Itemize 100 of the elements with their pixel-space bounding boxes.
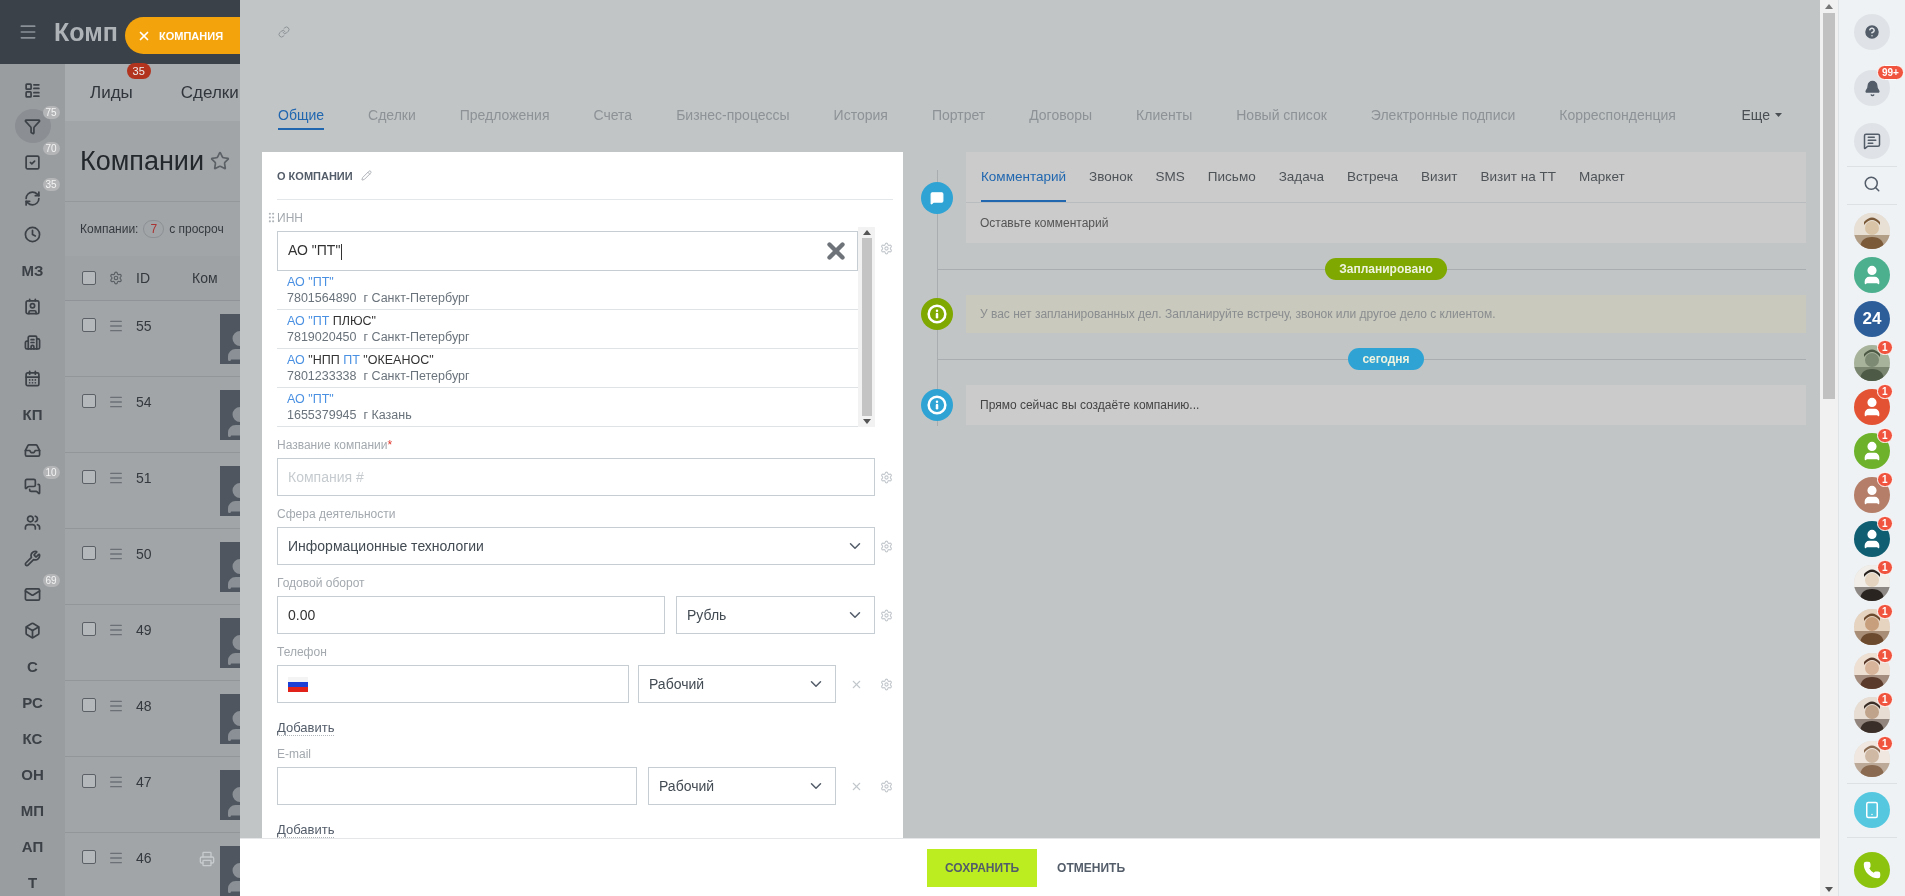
- star-icon[interactable]: [210, 151, 231, 171]
- row-checkbox[interactable]: [82, 318, 96, 332]
- timeline-message: Прямо сейчас вы создаёте компанию...: [966, 385, 1806, 425]
- page-title: Комп: [54, 17, 118, 47]
- tab[interactable]: SMS: [1155, 152, 1185, 202]
- call-button[interactable]: [1854, 852, 1890, 888]
- contact-avatar[interactable]: [1854, 609, 1890, 645]
- clock-icon: [24, 225, 41, 243]
- more-button[interactable]: Еще: [1741, 107, 1782, 130]
- nav-item[interactable]: КП: [14, 397, 51, 431]
- contact-avatar[interactable]: [1854, 521, 1890, 557]
- cancel-button[interactable]: ОТМЕНИТЬ: [1049, 848, 1133, 887]
- input-field[interactable]: [277, 665, 629, 703]
- comment-icon: [921, 181, 953, 214]
- counter-badge: 75: [42, 106, 60, 119]
- suggestion-item[interactable]: АО "ПТ ПЛЮС" 7819020450 г Санкт-Петербург: [277, 310, 858, 349]
- chats-button[interactable]: [1854, 123, 1890, 159]
- tab[interactable]: Комментарий: [981, 152, 1067, 202]
- nav-item[interactable]: АП: [14, 829, 51, 863]
- column-header[interactable]: Ком: [192, 270, 218, 286]
- save-button[interactable]: СОХРАНИТЬ: [927, 848, 1038, 887]
- menu-icon[interactable]: [18, 22, 38, 42]
- notification-badge: 1: [1877, 428, 1893, 443]
- menu-icon[interactable]: [108, 394, 124, 410]
- table-cell: 49: [136, 622, 152, 638]
- row-checkbox[interactable]: [82, 850, 96, 864]
- notification-badge: 1: [1877, 692, 1893, 707]
- row-checkbox[interactable]: [82, 774, 96, 788]
- row-checkbox[interactable]: [82, 394, 96, 408]
- search-icon[interactable]: [1863, 175, 1881, 193]
- up-arrow-icon[interactable]: [1825, 4, 1833, 9]
- row-checkbox[interactable]: [82, 470, 96, 484]
- pencil-icon[interactable]: [360, 170, 372, 181]
- menu-icon[interactable]: [108, 546, 124, 562]
- counter-badge: 69: [42, 574, 60, 587]
- nav-item[interactable]: Т: [14, 865, 51, 896]
- phone-icon: [1863, 801, 1881, 819]
- help-icon: [1863, 23, 1881, 41]
- select-field[interactable]: Информационные технологии: [277, 527, 875, 565]
- menu-icon[interactable]: [108, 318, 124, 334]
- row-checkbox[interactable]: [82, 622, 96, 636]
- row-checkbox[interactable]: [82, 546, 96, 560]
- scrollbar[interactable]: [858, 227, 875, 427]
- buildings-icon: [24, 333, 41, 351]
- suggestion-item[interactable]: АО "ПТ" 7801564890 г Санкт-Петербург: [277, 271, 858, 310]
- suggestion-item[interactable]: АО "НПП ПТ "ОКЕАНОС" 7801233338 г Санкт-Петербург: [277, 349, 858, 388]
- help-button[interactable]: [1854, 14, 1890, 50]
- nav-item[interactable]: РС: [14, 685, 51, 719]
- settings-icon[interactable]: [109, 271, 123, 285]
- down-arrow-icon[interactable]: [862, 419, 871, 424]
- suggestion-item[interactable]: АО "ПТ" 1655379945 г Казань: [277, 388, 858, 427]
- refresh-icon: [24, 189, 41, 207]
- nav-item[interactable]: КС: [14, 721, 51, 755]
- tab[interactable]: Звонок: [1089, 152, 1133, 202]
- column-header[interactable]: ID: [136, 270, 150, 286]
- up-arrow-icon[interactable]: [862, 230, 871, 235]
- bell-icon: [1863, 79, 1881, 97]
- flag-icon[interactable]: [288, 676, 308, 692]
- counter-badge: 70: [42, 142, 60, 155]
- tab[interactable]: Письмо: [1207, 152, 1256, 202]
- calendar-icon: [24, 369, 41, 387]
- tab[interactable]: Визит на ТТ: [1480, 152, 1556, 202]
- input-field[interactable]: [277, 767, 637, 805]
- menu-icon[interactable]: [108, 850, 124, 866]
- tab[interactable]: Встреча: [1347, 152, 1399, 202]
- nav-item[interactable]: ОН: [14, 757, 51, 791]
- tab[interactable]: Маркет: [1578, 152, 1625, 202]
- row-checkbox[interactable]: [82, 698, 96, 712]
- menu-icon[interactable]: [108, 470, 124, 486]
- search-field[interactable]: АО "ПТ": [277, 231, 858, 271]
- link-icon[interactable]: [278, 26, 290, 38]
- scrollbar[interactable]: [1820, 0, 1838, 896]
- card-icon: [24, 81, 41, 99]
- currency-select[interactable]: Рубль: [676, 596, 875, 634]
- type-select[interactable]: Рабочий: [648, 767, 836, 805]
- contact-avatar[interactable]: 24: [1854, 301, 1890, 337]
- nav-item[interactable]: МП: [14, 793, 51, 827]
- contact-avatar[interactable]: [1854, 345, 1890, 381]
- section-tab[interactable]: Сделки: [180, 82, 239, 103]
- menu-icon[interactable]: [108, 698, 124, 714]
- nav-item[interactable]: С: [14, 649, 51, 683]
- comment-field[interactable]: Оставьте комментарий: [966, 203, 1806, 230]
- tab[interactable]: Общие: [278, 107, 325, 130]
- contact-avatar[interactable]: [1854, 697, 1890, 733]
- mobile-app-button[interactable]: [1854, 792, 1890, 828]
- menu-icon[interactable]: [108, 622, 124, 638]
- people-icon: [24, 513, 41, 531]
- page-heading: Компании: [80, 145, 205, 177]
- tab[interactable]: Задача: [1278, 152, 1324, 202]
- add-link[interactable]: Добавить: [277, 720, 335, 736]
- contact-avatar[interactable]: [1854, 653, 1890, 689]
- amount-field[interactable]: 0.00: [277, 596, 665, 634]
- menu-icon[interactable]: [108, 774, 124, 790]
- contact-avatar[interactable]: [1854, 565, 1890, 601]
- down-arrow-icon[interactable]: [1825, 887, 1833, 892]
- timeline-message: У вас нет запланированных дел. Запланируйте встречу, звонок или другое дело с клиентом.: [966, 295, 1806, 333]
- nav-item[interactable]: МЗ: [14, 253, 51, 287]
- tab[interactable]: Визит: [1421, 152, 1458, 202]
- select-all-checkbox[interactable]: [82, 271, 96, 285]
- type-select[interactable]: Рабочий: [638, 665, 836, 703]
